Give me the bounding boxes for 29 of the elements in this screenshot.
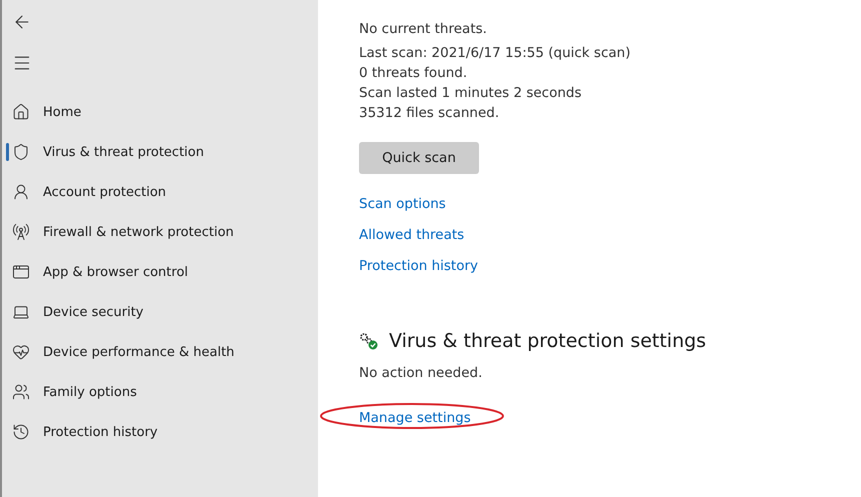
scan-detail: 0 threats found. (359, 64, 468, 83)
scan-detail: Scan lasted 1 minutes 2 seconds (359, 84, 583, 103)
scan-detail: 35312 files scanned. (359, 104, 500, 123)
shield-icon (12, 143, 30, 161)
antenna-icon (12, 223, 30, 241)
settings-status: No action needed. (359, 365, 484, 381)
people-icon (12, 383, 30, 401)
link[interactable]: Allowed threats (359, 226, 464, 244)
sidebar-item[interactable]: App & browser control (2, 252, 318, 292)
gears-check-icon (359, 332, 379, 350)
quick-scan-button[interactable]: Quick scan (359, 142, 479, 174)
scan-detail: Last scan: 2021/6/17 15:55 (quick scan) (359, 44, 632, 63)
history-icon (12, 423, 30, 441)
sidebar-item[interactable]: Firewall & network protection (2, 212, 318, 252)
window-icon (12, 263, 30, 281)
sidebar-item[interactable]: Account protection (2, 172, 318, 212)
sidebar-item[interactable]: Protection history (2, 412, 318, 452)
section-title: Virus & threat protection settings (389, 330, 706, 352)
link[interactable]: Scan options (359, 195, 446, 213)
selection-indicator (6, 143, 9, 161)
sidebar-item[interactable]: Device security (2, 292, 318, 332)
sidebar-item[interactable]: Device performance & health (2, 332, 318, 372)
threat-status: No current threats. (359, 21, 488, 37)
link[interactable]: Protection history (359, 257, 478, 275)
sidebar-item[interactable]: Home (2, 92, 318, 132)
heart-pulse-icon (12, 343, 30, 361)
person-icon (12, 183, 30, 201)
home-icon (12, 103, 30, 121)
sidebar-item[interactable]: Family options (2, 372, 318, 412)
